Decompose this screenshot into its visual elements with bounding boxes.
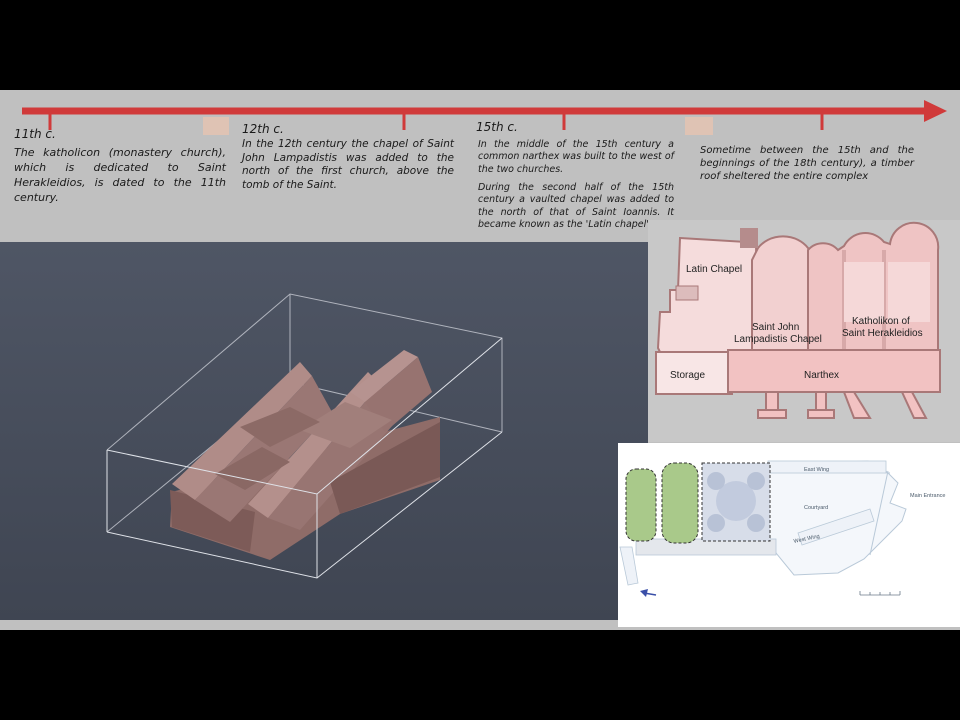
model-panel: [0, 242, 648, 620]
floor-plan: Latin Chapel Saint John Lampadistis Chap…: [655, 221, 941, 419]
label-john-line2: Lampadistis Chapel: [734, 334, 822, 345]
label-john-line1: Saint John: [752, 322, 799, 333]
period-12th: 12th c.: [242, 122, 284, 136]
site-plan-panel: East Wing Courtyard West Wing Main Entra…: [618, 443, 960, 627]
north-arrow-icon: [640, 589, 657, 597]
text-15th-a: In the middle of the 15th century a comm…: [478, 139, 674, 175]
label-courtyard: Courtyard: [804, 505, 828, 511]
model-3d: [106, 293, 503, 579]
label-katholikon-line2: Saint Herakleidios: [842, 328, 923, 339]
text-11th: The katholicon (monastery church), which…: [14, 146, 226, 204]
period-11th: 11th c.: [14, 127, 56, 141]
period-15th: 15th c.: [476, 120, 518, 134]
site-plan: East Wing Courtyard West Wing Main Entra…: [619, 460, 945, 597]
timeline-arrowhead: [924, 100, 947, 122]
label-latin-chapel: Latin Chapel: [686, 264, 742, 275]
timeline-marker: [203, 117, 229, 135]
label-narthex: Narthex: [804, 370, 839, 381]
floor-plan-panel: Latin Chapel Saint John Lampadistis Chap…: [648, 220, 960, 442]
label-storage: Storage: [670, 370, 705, 381]
text-15th-b: During the second half of the 15th centu…: [478, 182, 674, 231]
timeline-marker: [685, 117, 713, 135]
monastery-outline: [767, 460, 907, 576]
scale-bar: [859, 591, 901, 596]
label-east-wing: East Wing: [804, 467, 829, 473]
building-model: [170, 350, 440, 560]
label-main-entrance: Main Entrance: [910, 493, 945, 499]
text-12th: In the 12th century the chapel of Saint …: [242, 138, 454, 191]
church-highlight-green: [625, 462, 699, 544]
church-highlight-blue: [701, 462, 771, 542]
slide: 11th c. The katholicon (monastery church…: [0, 90, 960, 630]
text-18th: Sometime between the 15th and the beginn…: [700, 145, 914, 183]
label-katholikon-line1: Katholikon of: [852, 316, 910, 327]
